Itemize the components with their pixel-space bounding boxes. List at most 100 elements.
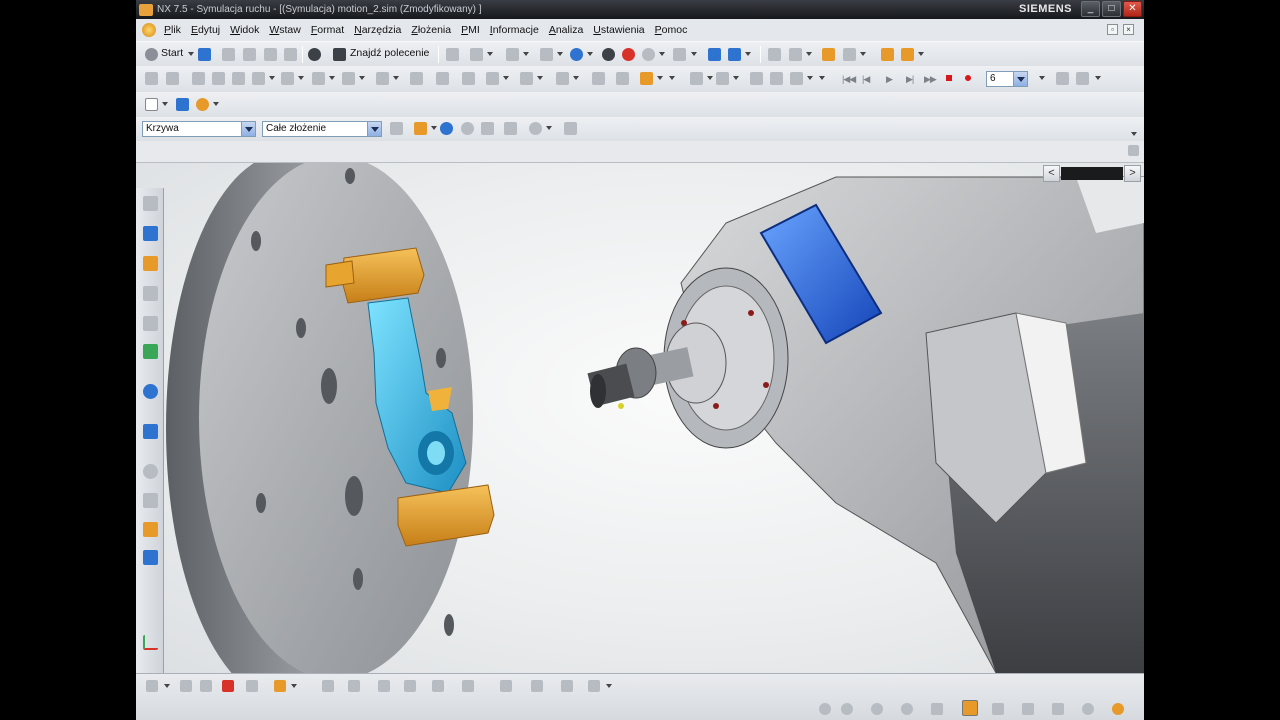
snap-center-icon[interactable] xyxy=(404,680,416,692)
menu-format[interactable]: Format xyxy=(307,24,350,36)
dropdown-icon[interactable] xyxy=(707,76,713,80)
dropdown-icon[interactable] xyxy=(806,52,812,56)
system-scenes-tab-icon[interactable] xyxy=(143,550,158,565)
lasso-icon[interactable] xyxy=(529,122,542,135)
export-movie-icon[interactable] xyxy=(1056,72,1069,85)
snap-endpoint-icon[interactable] xyxy=(348,680,360,692)
roles-tab-icon[interactable] xyxy=(143,522,158,537)
menu-zlozenia[interactable]: Złożenia xyxy=(407,24,457,36)
step-back-icon[interactable]: |◀ xyxy=(862,74,870,85)
measure-angle-icon[interactable] xyxy=(200,680,212,692)
play-icon[interactable]: ▶▶ xyxy=(924,74,937,85)
layer-settings-icon[interactable] xyxy=(931,703,943,715)
dropdown-icon[interactable] xyxy=(918,52,924,56)
analysis-icon[interactable] xyxy=(146,680,158,692)
selection-scope-combo[interactable]: Całe złożenie xyxy=(262,121,382,137)
spring-icon[interactable] xyxy=(192,72,205,85)
menu-informacje[interactable]: Informacje xyxy=(486,24,545,36)
graphics-viewport[interactable]: < > xyxy=(136,163,1144,673)
record-icon[interactable] xyxy=(965,75,971,81)
curve-rule-icon[interactable] xyxy=(481,122,494,135)
dropdown-icon[interactable] xyxy=(546,126,552,130)
snap-pole-icon[interactable] xyxy=(588,680,600,692)
touch-mode-icon[interactable] xyxy=(446,48,459,61)
package-options-icon[interactable] xyxy=(1076,72,1089,85)
menu-narzedzia[interactable]: Narzędzia xyxy=(350,24,407,36)
start-dropdown-icon[interactable] xyxy=(188,52,194,56)
dropdown-icon[interactable] xyxy=(523,52,529,56)
body-select-icon[interactable] xyxy=(564,122,577,135)
dropdown-icon[interactable] xyxy=(691,52,697,56)
cable-icon[interactable] xyxy=(342,72,355,85)
solver-icon[interactable] xyxy=(901,48,914,61)
chevron-down-icon[interactable] xyxy=(241,122,255,136)
close-button[interactable]: ✕ xyxy=(1123,1,1142,17)
dropdown-icon[interactable] xyxy=(359,76,365,80)
snap-existing-point-icon[interactable] xyxy=(531,680,543,692)
sensor-icon[interactable] xyxy=(520,72,533,85)
menu-wstaw[interactable]: Wstaw xyxy=(265,24,307,36)
history-tab-icon[interactable] xyxy=(143,424,158,439)
nx-menu-logo-icon[interactable] xyxy=(142,23,156,37)
select-icon[interactable] xyxy=(176,98,189,111)
show-hide-icon[interactable] xyxy=(470,48,483,61)
delete-icon[interactable] xyxy=(284,48,297,61)
general-filter-icon[interactable] xyxy=(390,122,403,135)
minimize-button[interactable]: _ xyxy=(1081,1,1100,17)
link-icon[interactable] xyxy=(843,48,856,61)
hide-sketch-icon[interactable] xyxy=(1022,703,1034,715)
dropdown-icon[interactable] xyxy=(557,52,563,56)
dropdown-icon[interactable] xyxy=(162,102,168,106)
copy-icon[interactable] xyxy=(243,48,256,61)
web-browser-tab-icon[interactable] xyxy=(143,384,158,399)
type-filter-combo[interactable]: Krzywa xyxy=(142,121,256,137)
start-gear-icon[interactable] xyxy=(145,48,158,61)
point-on-curve-icon[interactable] xyxy=(376,72,389,85)
doc-restore-icon[interactable]: ▫ xyxy=(1107,24,1118,35)
rotate-icon[interactable] xyxy=(461,122,474,135)
undo-icon[interactable] xyxy=(308,48,321,61)
toolbar-options-icon[interactable] xyxy=(1128,145,1139,156)
snap-face-icon[interactable] xyxy=(500,680,512,692)
part-navigator-tab-icon[interactable] xyxy=(143,286,158,301)
shaded-render-icon[interactable] xyxy=(570,48,583,61)
cut-icon[interactable] xyxy=(222,48,235,61)
fit-view-icon[interactable] xyxy=(506,48,519,61)
dropdown-icon[interactable] xyxy=(298,76,304,80)
dropdown-icon[interactable] xyxy=(431,126,437,130)
dropdown-icon[interactable] xyxy=(745,52,751,56)
dropdown-icon[interactable] xyxy=(487,52,493,56)
menu-plik[interactable]: Plik xyxy=(160,24,187,36)
dropdown-icon[interactable] xyxy=(164,684,170,688)
layer-icon[interactable] xyxy=(145,98,158,111)
solution-icon[interactable] xyxy=(640,72,653,85)
wcs-origin-icon[interactable] xyxy=(274,680,286,692)
color-filter-icon[interactable] xyxy=(414,122,427,135)
rewind-start-icon[interactable]: |◀◀ xyxy=(842,74,856,85)
marker-icon[interactable] xyxy=(486,72,499,85)
zoom-icon[interactable] xyxy=(540,48,553,61)
animation-step-combo[interactable]: 6 xyxy=(986,71,1028,87)
menu-ustawienia[interactable]: Ustawienia xyxy=(589,24,650,36)
motion-navigator-tab-icon[interactable] xyxy=(143,196,158,211)
dropdown-icon[interactable] xyxy=(657,76,663,80)
zoom-view-icon[interactable] xyxy=(871,703,883,715)
dropdown-icon[interactable] xyxy=(606,684,612,688)
manufacturing-wizard-tab-icon[interactable] xyxy=(143,493,158,508)
snap-quadrant-icon[interactable] xyxy=(432,680,444,692)
joint-icon[interactable] xyxy=(166,72,179,85)
menu-analiza[interactable]: Analiza xyxy=(545,24,589,36)
measure-body-icon[interactable] xyxy=(222,680,234,692)
scalar-force-icon[interactable] xyxy=(410,72,423,85)
gear-joint-icon[interactable] xyxy=(312,72,325,85)
snap-grid-icon[interactable] xyxy=(992,703,1004,715)
dropdown-icon[interactable] xyxy=(573,76,579,80)
damper-icon[interactable] xyxy=(212,72,225,85)
find-command-icon[interactable] xyxy=(333,48,346,61)
render-style-icon[interactable] xyxy=(602,48,615,61)
hide-icon[interactable] xyxy=(901,703,913,715)
dropdown-icon[interactable] xyxy=(587,52,593,56)
dropdown-icon[interactable] xyxy=(669,76,675,80)
rotate-view-icon[interactable] xyxy=(819,703,831,715)
dropdown-icon[interactable] xyxy=(269,76,275,80)
